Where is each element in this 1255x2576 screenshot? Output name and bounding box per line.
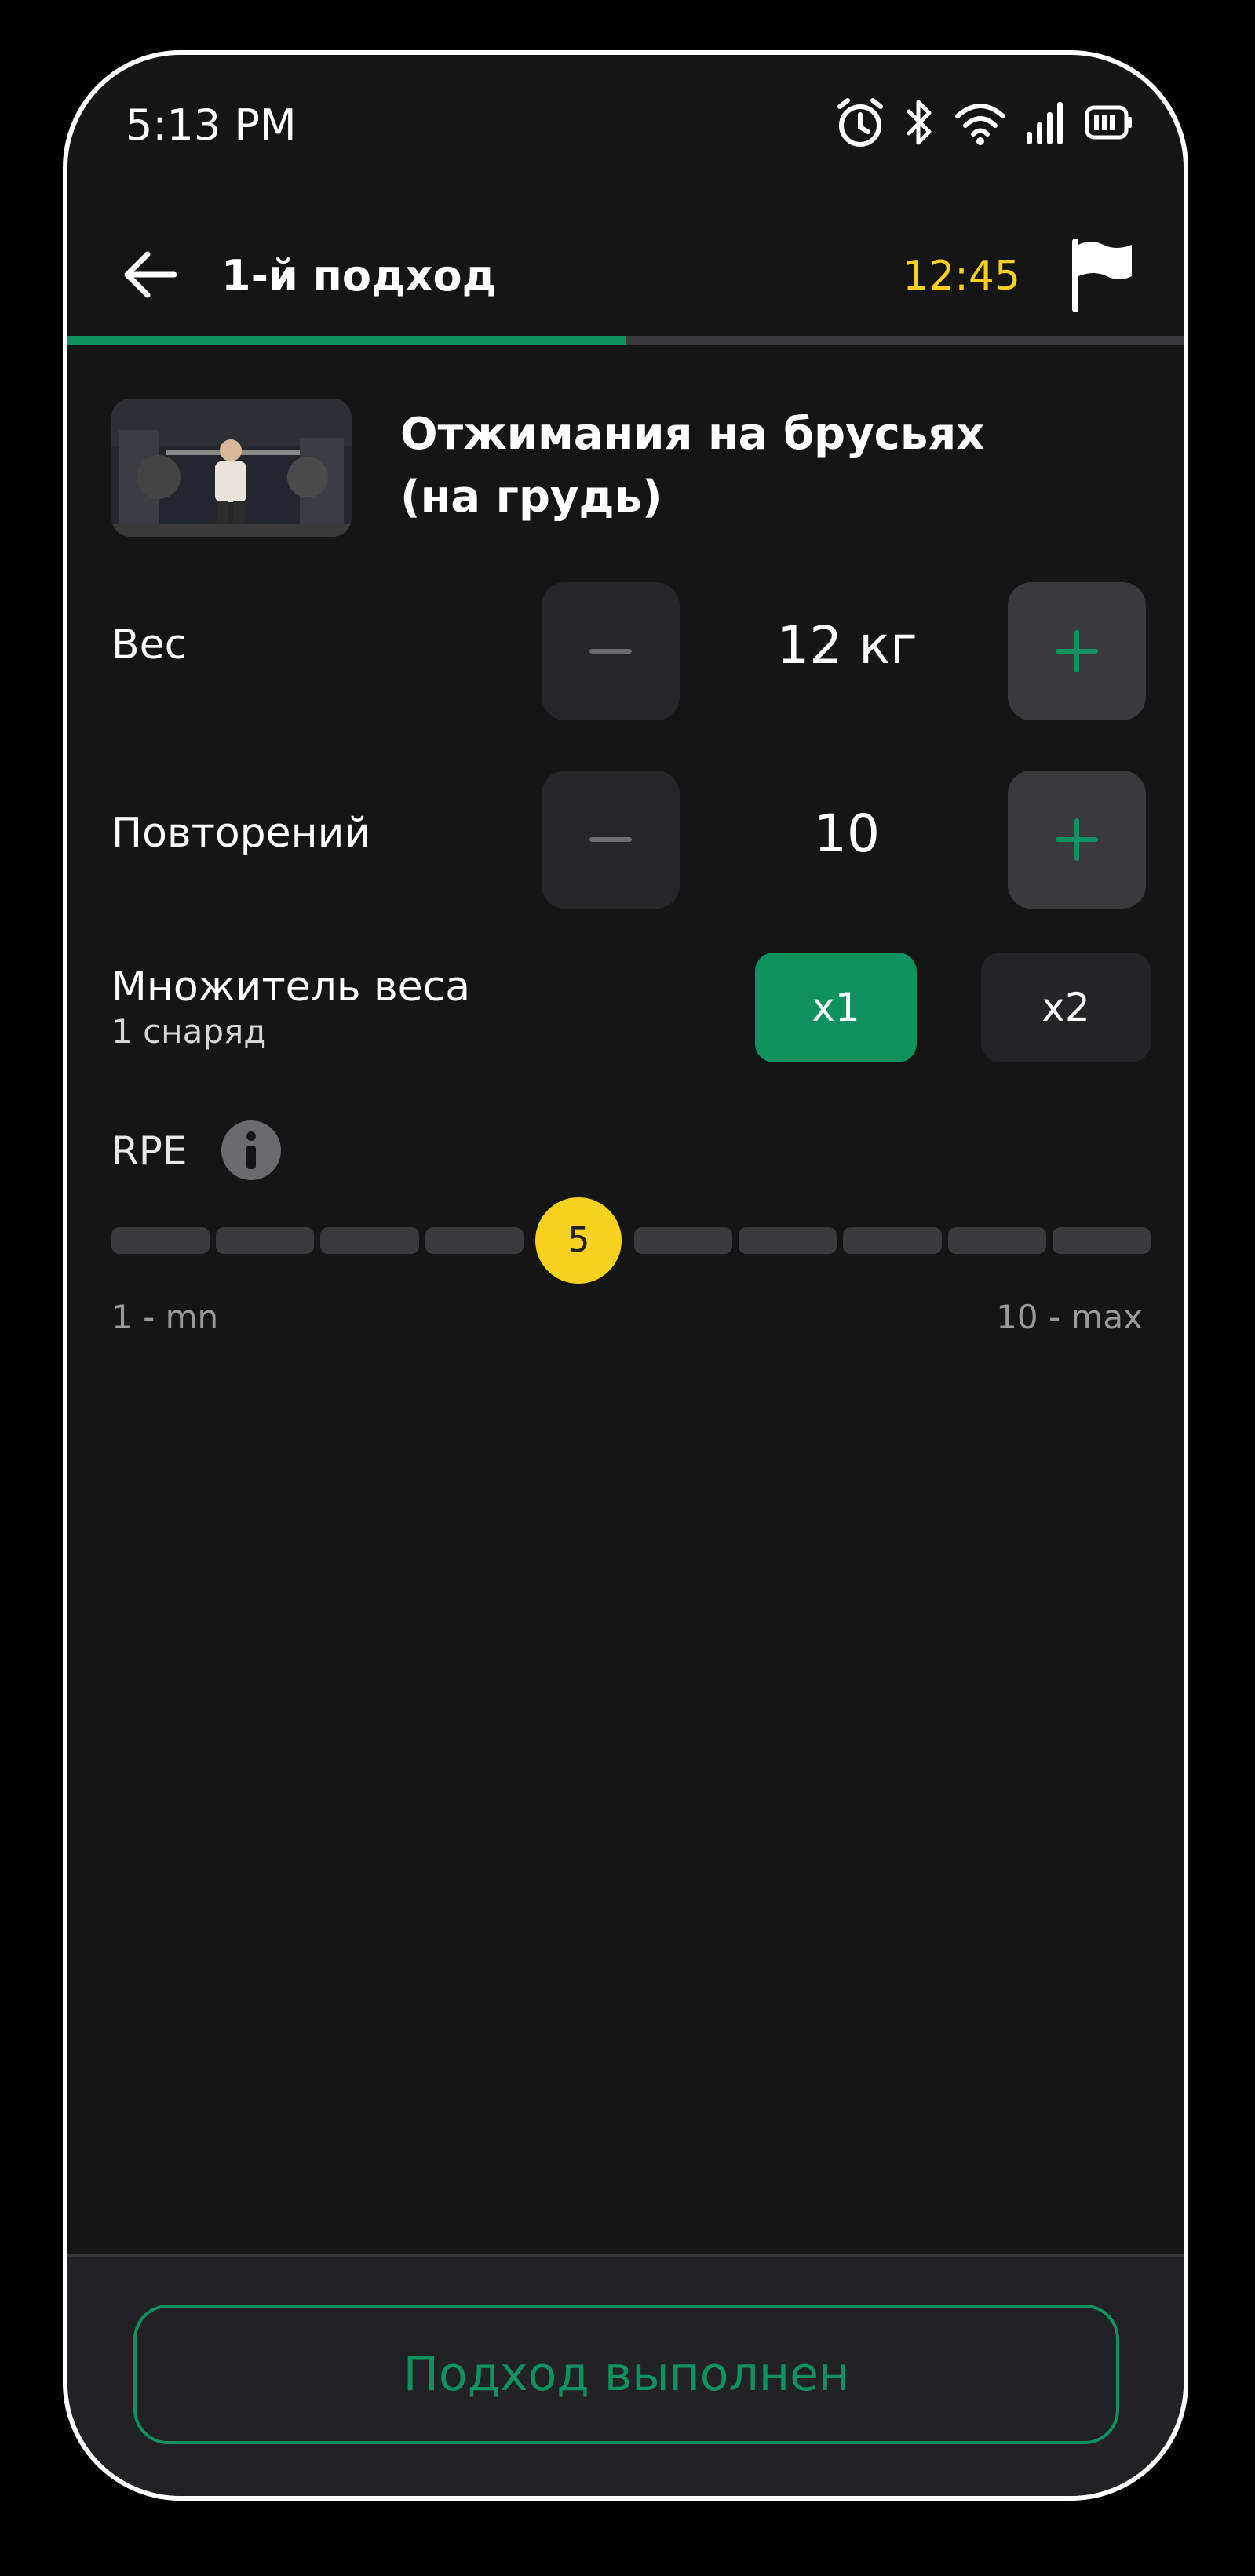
rpe-segment[interactable] (1052, 1227, 1151, 1254)
multiplier-sublabel: 1 снаряд (111, 1012, 267, 1051)
exercise-photo (111, 399, 352, 537)
battery-icon (1085, 105, 1133, 140)
signal-icon (1025, 99, 1066, 146)
status-time: 5:13 PM (126, 100, 297, 150)
app-header: 1-й подход 12:45 (67, 228, 1184, 322)
multiplier-x1-button[interactable]: x1 (755, 953, 917, 1062)
rpe-segment[interactable] (320, 1227, 419, 1254)
phone-frame: 5:13 PM 1-й подход 12:45 Отжимания на бр… (63, 50, 1188, 2501)
flag-icon (1072, 239, 1132, 312)
rpe-label: RPE (111, 1128, 188, 1174)
info-icon (221, 1120, 281, 1180)
bluetooth-icon (904, 96, 936, 149)
rpe-segment[interactable] (843, 1227, 942, 1254)
page-title: 1-й подход (221, 251, 497, 301)
set-progress-fill (67, 336, 626, 345)
rpe-thumb[interactable]: 5 (535, 1197, 622, 1284)
multiplier-x2-button[interactable]: x2 (981, 953, 1151, 1062)
set-done-button[interactable]: Подход выполнен (133, 2305, 1119, 2444)
reps-label: Повторений (111, 810, 371, 857)
plus-icon (1056, 818, 1098, 861)
exercise-name-line2: (на грудь) (400, 472, 662, 523)
arrow-left-icon (124, 251, 177, 298)
reps-decrease-button[interactable] (542, 771, 680, 909)
weight-decrease-button[interactable] (542, 582, 680, 720)
exercise-name: Отжимания на брусьях (на грудь) (400, 403, 1028, 529)
rpe-segment[interactable] (216, 1227, 315, 1254)
rpe-max-label: 10 - max (996, 1298, 1143, 1336)
status-icons (835, 96, 1133, 149)
exercise-thumbnail[interactable] (111, 399, 352, 537)
rpe-min-label: 1 - mn (111, 1298, 219, 1336)
rpe-segment[interactable] (947, 1227, 1046, 1254)
reps-value: 10 (814, 803, 880, 864)
rpe-segment[interactable] (111, 1227, 210, 1254)
rpe-slider[interactable]: 5 (111, 1197, 1151, 1284)
set-timer: 12:45 (903, 253, 1020, 300)
wifi-icon (954, 99, 1006, 146)
alarm-icon (835, 96, 885, 149)
bottom-bar: Подход выполнен (67, 2254, 1184, 2496)
status-bar: 5:13 PM (67, 55, 1184, 188)
info-button[interactable] (221, 1120, 281, 1180)
weight-label: Вес (111, 621, 188, 669)
minus-icon (589, 837, 632, 842)
multiplier-label: Множитель веса (111, 964, 471, 1011)
set-progress-bar (67, 336, 1184, 345)
plus-icon (1056, 630, 1098, 672)
weight-value: 12 кг (776, 615, 918, 676)
finish-flag-button[interactable] (1067, 237, 1138, 312)
back-button[interactable] (119, 243, 182, 306)
minus-icon (589, 649, 632, 654)
exercise-name-line1: Отжимания на брусьях (400, 409, 985, 460)
rpe-segment[interactable] (739, 1227, 837, 1254)
rpe-segment[interactable] (634, 1227, 733, 1254)
weight-increase-button[interactable] (1008, 582, 1146, 720)
reps-increase-button[interactable] (1008, 771, 1146, 909)
rpe-segment[interactable] (425, 1227, 524, 1254)
